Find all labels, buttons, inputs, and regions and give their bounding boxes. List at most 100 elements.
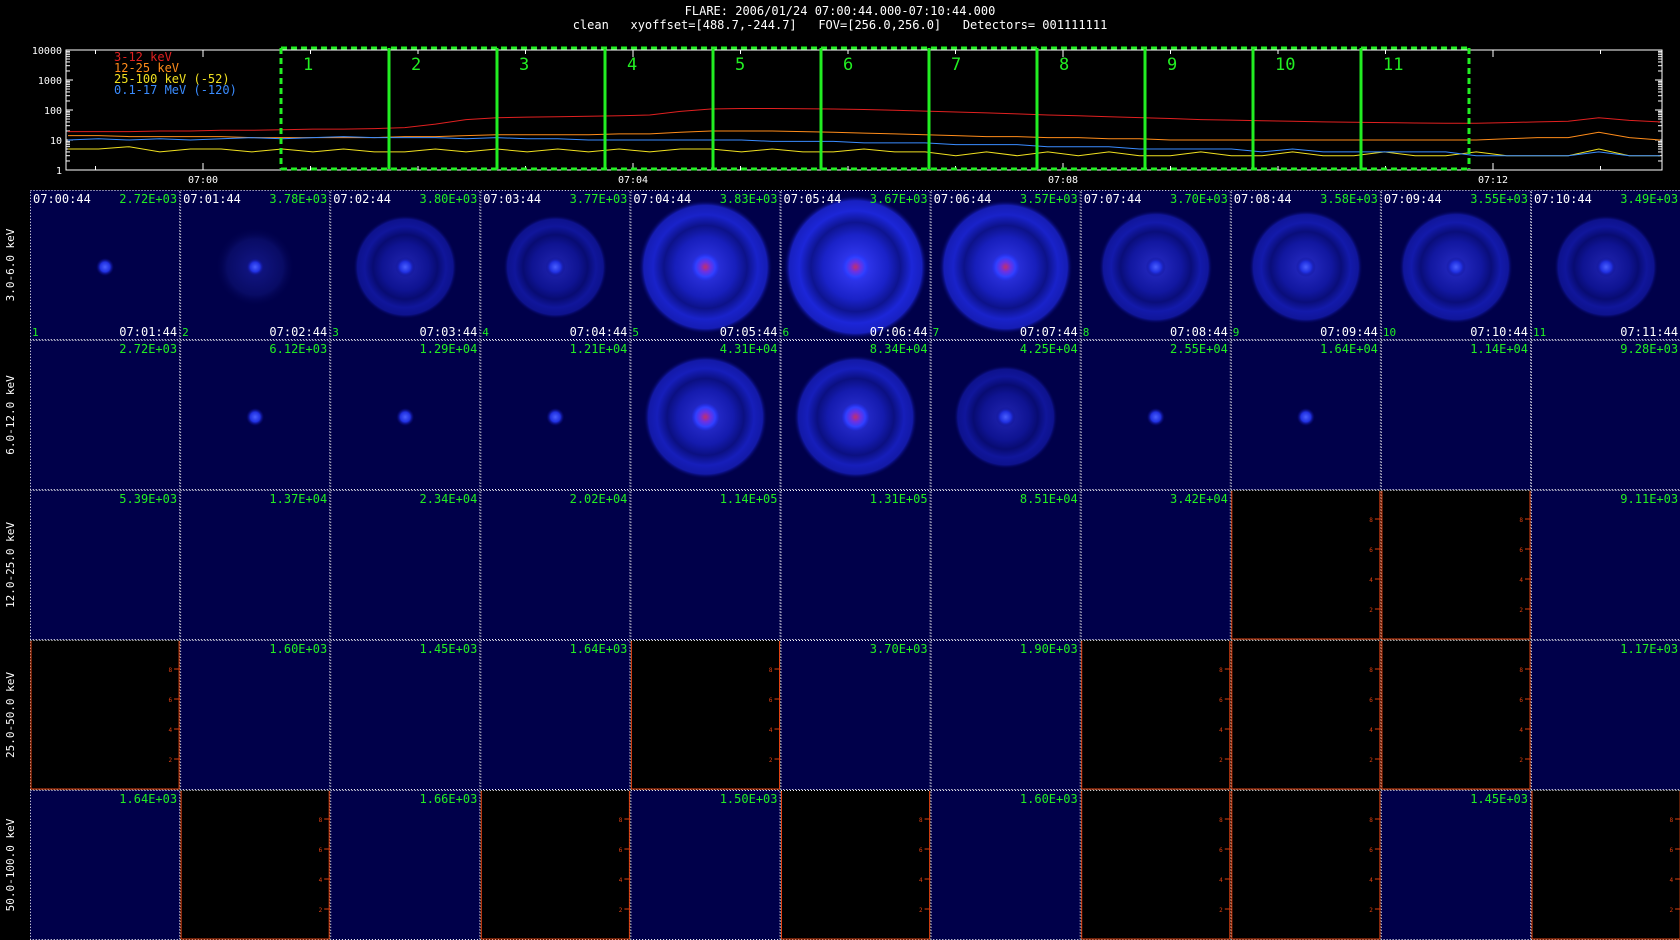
image-start-time: 07:07:44: [1084, 192, 1142, 206]
energy-band-label: 50.0-100.0 keV: [4, 818, 17, 911]
empty-axis-tick-label: 4: [319, 877, 323, 884]
empty-axis-tick-label: 2: [769, 757, 773, 764]
y-tick-label: 1000: [38, 76, 62, 87]
empty-axis-tick-label: 4: [1219, 727, 1223, 734]
image-start-time: 07:06:44: [934, 192, 992, 206]
image-interval-index: 7: [933, 326, 940, 339]
image-cell: [480, 490, 631, 640]
image-interval-index: 4: [482, 326, 489, 339]
source-core: [1145, 257, 1166, 277]
source-core: [1295, 257, 1316, 277]
image-max-label: 1.64E+04: [1320, 342, 1378, 356]
x-tick-label: 07:08: [1048, 175, 1078, 186]
empty-axis-tick-label: 4: [619, 877, 623, 884]
image-max-label: 8.51E+04: [1020, 492, 1078, 506]
image-cell: [1230, 490, 1381, 640]
image-max-label: 1.29E+04: [420, 342, 478, 356]
image-end-time: 07:07:44: [1020, 325, 1078, 339]
image-max-label: 3.58E+03: [1320, 192, 1378, 206]
image-max-label: 3.42E+04: [1170, 492, 1228, 506]
x-tick-label: 07:04: [618, 175, 648, 186]
image-cell: [930, 490, 1081, 640]
source-core: [545, 257, 566, 277]
empty-axis-tick-label: 6: [319, 847, 323, 854]
energy-band-label: 25.0-50.0 keV: [4, 672, 17, 758]
image-cell: [1380, 790, 1531, 940]
image-max-label: 3.70E+03: [1170, 192, 1228, 206]
empty-axis-tick-label: 2: [619, 907, 623, 914]
image-max-label: 2.34E+04: [420, 492, 478, 506]
empty-axis-tick-label: 6: [1219, 847, 1223, 854]
image-max-label: 1.14E+04: [1470, 342, 1528, 356]
image-max-label: 9.11E+03: [1620, 492, 1678, 506]
image-interval-index: 10: [1383, 326, 1396, 339]
image-max-label: 1.14E+05: [720, 492, 778, 506]
source-core: [395, 257, 416, 277]
image-cell: [1531, 640, 1680, 790]
empty-axis-tick-label: 2: [919, 907, 923, 914]
y-tick-label: 10: [50, 136, 62, 147]
empty-axis-tick-label: 2: [1369, 907, 1373, 914]
empty-axis-tick-label: 2: [1219, 757, 1223, 764]
image-cell: [180, 790, 331, 940]
image-max-label: 1.60E+03: [269, 642, 327, 656]
empty-axis-tick-label: 4: [1669, 877, 1673, 884]
image-interval-index: 6: [783, 326, 790, 339]
empty-axis-tick-label: 8: [1369, 817, 1373, 824]
empty-axis-tick-label: 4: [769, 727, 773, 734]
image-cell: [630, 790, 781, 940]
empty-axis-tick-label: 8: [1219, 817, 1223, 824]
empty-axis-tick-label: 6: [1369, 547, 1373, 554]
empty-axis-tick-label: 4: [1369, 877, 1373, 884]
image-end-time: 07:08:44: [1170, 325, 1228, 339]
image-cell: [1380, 640, 1531, 790]
image-cell: [30, 790, 181, 940]
source-spot: [1146, 408, 1165, 426]
empty-axis-tick-label: 8: [919, 817, 923, 824]
image-cell: [1080, 790, 1231, 940]
empty-axis-tick-label: 4: [1519, 727, 1523, 734]
empty-axis-tick-label: 6: [168, 697, 172, 704]
series-line-1: [68, 130, 1661, 141]
image-max-label: 1.64E+03: [119, 792, 177, 806]
empty-axis-tick-label: 2: [1519, 607, 1523, 614]
image-max-label: 3.67E+03: [870, 192, 928, 206]
empty-axis-tick-label: 6: [769, 697, 773, 704]
image-end-time: 07:09:44: [1320, 325, 1378, 339]
image-cell: [1230, 640, 1381, 790]
image-max-label: 1.66E+03: [420, 792, 478, 806]
interval-label: 2: [411, 55, 421, 75]
image-max-label: 3.55E+03: [1470, 192, 1528, 206]
image-cell: [1080, 640, 1231, 790]
interval-label: 1: [303, 55, 313, 75]
source-core: [991, 253, 1020, 281]
image-max-label: 2.72E+03: [119, 342, 177, 356]
source-spot: [546, 408, 565, 426]
image-cell: [780, 640, 931, 790]
image-max-label: 3.49E+03: [1620, 192, 1678, 206]
image-end-time: 07:02:44: [269, 325, 327, 339]
empty-axis-tick-label: 4: [1519, 577, 1523, 584]
interval-label: 7: [951, 55, 961, 75]
image-interval-index: 9: [1233, 326, 1240, 339]
image-start-time: 07:00:44: [33, 192, 91, 206]
series-line-2: [68, 146, 1660, 157]
image-cell: [1380, 490, 1531, 640]
empty-axis-tick-label: 6: [1519, 547, 1523, 554]
empty-axis-tick-label: 6: [1219, 697, 1223, 704]
source-spot: [246, 408, 265, 426]
image-max-label: 4.31E+04: [720, 342, 778, 356]
image-interval-index: 1: [32, 326, 39, 339]
empty-axis-tick-label: 6: [1519, 697, 1523, 704]
image-cell: [480, 790, 631, 940]
empty-axis-tick-label: 4: [919, 877, 923, 884]
empty-axis-tick-label: 6: [619, 847, 623, 854]
image-cell: [930, 790, 1081, 940]
image-start-time: 07:09:44: [1384, 192, 1442, 206]
image-end-time: 07:04:44: [570, 325, 628, 339]
image-interval-index: 3: [332, 326, 339, 339]
series-line-3: [67, 136, 1660, 157]
image-max-label: 1.45E+03: [1470, 792, 1528, 806]
image-max-label: 1.17E+03: [1620, 642, 1678, 656]
image-cell: [1531, 340, 1680, 490]
